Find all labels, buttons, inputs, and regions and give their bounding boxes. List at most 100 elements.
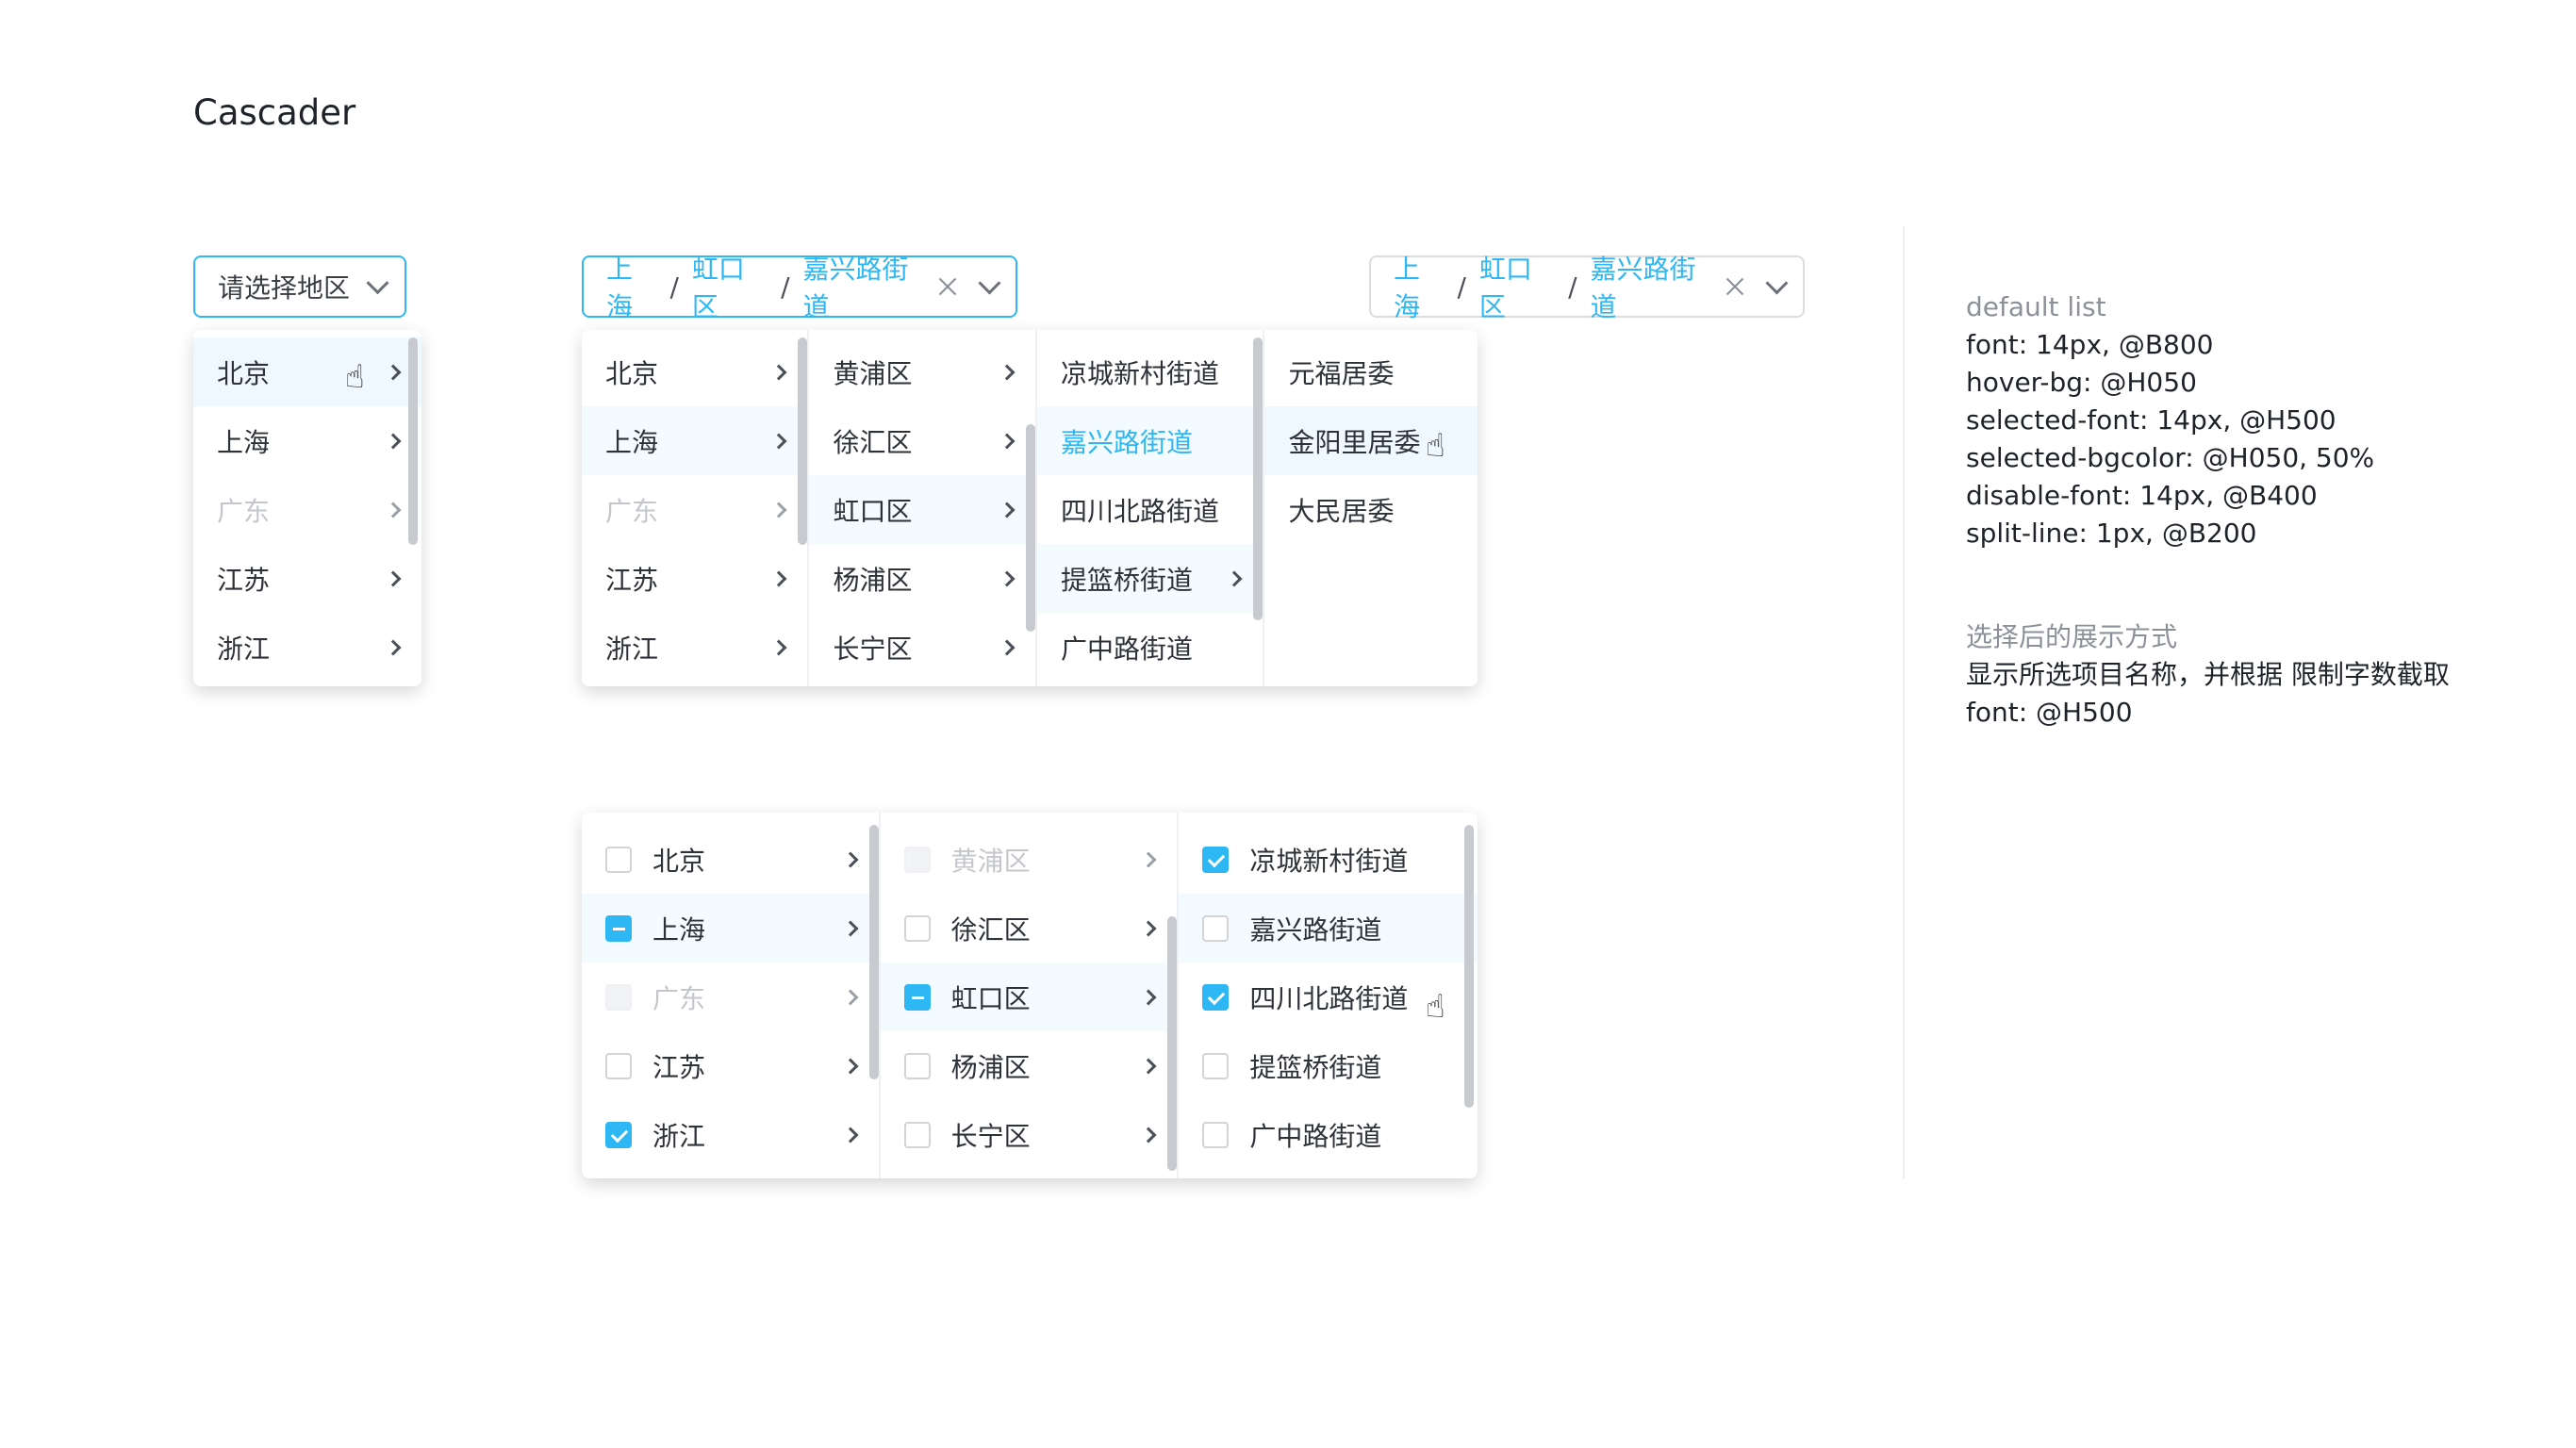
option-jiangsu[interactable]: 江苏 (582, 1031, 879, 1100)
option-yangpu[interactable]: 杨浦区 (809, 544, 1034, 613)
spec-heading: 选择后的展示方式 (1966, 621, 2178, 652)
option-label: 虹口区 (950, 982, 1031, 1014)
option-changning[interactable]: 长宁区 (809, 613, 1034, 682)
checkbox-checked[interactable] (1202, 846, 1230, 873)
option-label: 广中路街道 (1249, 1120, 1382, 1152)
scrollbar[interactable] (868, 825, 879, 1079)
option-jiaxinglu[interactable]: 嘉兴路街道 (1036, 406, 1263, 475)
option-shanghai[interactable]: 上海 (193, 406, 421, 475)
scrollbar[interactable] (1464, 825, 1474, 1108)
checkbox-indeterminate[interactable] (903, 983, 931, 1011)
option-tilanqiao[interactable]: 提篮桥街道 (1036, 544, 1263, 613)
option-zhejiang[interactable]: 浙江 (193, 613, 421, 682)
selected-path: 上海 / 虹口区 / 嘉兴路街道 (606, 249, 929, 324)
chevron-right-icon (770, 502, 787, 518)
checkbox[interactable] (1202, 1121, 1230, 1148)
scrollbar[interactable] (1253, 337, 1263, 620)
chevron-right-icon (1140, 851, 1157, 868)
path-separator: / (669, 271, 679, 303)
option-label: 徐汇区 (950, 913, 1031, 946)
hand-cursor-icon: ☝ (345, 358, 365, 396)
option-guangdong: 广东 (582, 963, 879, 1031)
option-label: 北京 (217, 357, 271, 389)
spec-line: split-line: 1px, @B200 (1966, 518, 2257, 549)
option-guangzhonglu[interactable]: 广中路街道 (1179, 1100, 1478, 1169)
cascader-input-selected[interactable]: 上海 / 虹口区 / 嘉兴路街道 (582, 254, 1017, 322)
cascader-dropdown-multiselect: 北京 上海 广东 江苏 浙江 黄浦区 徐汇区 虹口区 杨浦区 长宁区 凉城新村街… (582, 813, 1478, 1178)
option-beijing[interactable]: 北京 (582, 337, 807, 406)
option-huangpu[interactable]: 黄浦区 (809, 337, 1034, 406)
option-label: 嘉兴路街道 (1060, 426, 1193, 458)
checkbox[interactable] (903, 914, 931, 942)
chevron-right-icon (999, 570, 1016, 587)
chevron-right-icon (385, 433, 402, 450)
option-label: 大民居委 (1288, 495, 1395, 527)
checkbox-indeterminate[interactable] (605, 914, 632, 942)
checkbox-checked[interactable] (1202, 983, 1230, 1011)
option-zhejiang[interactable]: 浙江 (582, 613, 807, 682)
chevron-right-icon (1140, 989, 1157, 1006)
clear-icon[interactable] (1726, 277, 1743, 296)
option-yangpu[interactable]: 杨浦区 (881, 1031, 1178, 1100)
option-beijing[interactable]: 北京 (582, 825, 879, 894)
checkbox[interactable] (605, 1052, 632, 1079)
chevron-right-icon (770, 570, 787, 587)
checkbox-disabled (605, 983, 632, 1011)
spec-line: font: @H500 (1966, 697, 2133, 728)
path-level-1: 上海 (1394, 254, 1421, 322)
scrollbar[interactable] (798, 337, 808, 545)
chevron-down-icon (977, 271, 1000, 294)
vertical-divider (1903, 226, 1905, 1178)
spec-line: hover-bg: @H050 (1966, 367, 2197, 398)
option-jiaxinglu[interactable]: 嘉兴路街道 (1179, 894, 1478, 963)
option-label: 徐汇区 (833, 426, 913, 458)
option-shanghai[interactable]: 上海 (582, 406, 808, 475)
scrollbar[interactable] (1167, 916, 1178, 1171)
spec-display-mode: 选择后的展示方式 显示所选项目名称，并根据 限制字数截取 font: @H500 (1966, 618, 2450, 732)
chevron-right-icon (842, 920, 859, 937)
option-sichuanbeilu[interactable]: 四川北路街道 (1037, 475, 1263, 544)
cascader-input-placeholder[interactable]: 请选择地区 (193, 255, 406, 318)
option-label: 元福居委 (1288, 357, 1395, 389)
option-hongkou[interactable]: 虹口区 (880, 963, 1178, 1031)
option-xuhui[interactable]: 徐汇区 (881, 894, 1178, 963)
placeholder-text: 请选择地区 (218, 272, 351, 304)
chevron-right-icon (1140, 1058, 1157, 1075)
option-xuhui[interactable]: 徐汇区 (809, 406, 1034, 475)
option-label: 浙江 (217, 633, 271, 665)
selected-path: 上海 / 虹口区 / 嘉兴路街道 (1394, 249, 1716, 324)
checkbox-checked[interactable] (605, 1121, 632, 1148)
option-label: 江苏 (605, 564, 659, 596)
checkbox[interactable] (903, 1052, 931, 1079)
option-tilanqiao[interactable]: 提篮桥街道 (1179, 1031, 1478, 1100)
scrollbar[interactable] (408, 337, 418, 545)
option-damin[interactable]: 大民居委 (1264, 475, 1478, 544)
option-shanghai[interactable]: 上海 (582, 894, 879, 963)
option-label: 杨浦区 (950, 1051, 1031, 1083)
scrollbar[interactable] (1025, 424, 1035, 632)
chevron-right-icon (999, 364, 1016, 381)
spec-line: selected-bgcolor: @H050, 50% (1966, 442, 2375, 473)
option-label: 黄浦区 (833, 357, 913, 389)
checkbox[interactable] (1202, 914, 1230, 942)
chevron-right-icon (385, 364, 402, 381)
option-jinyangli[interactable]: 金阳里居委 (1264, 406, 1478, 475)
option-hongkou[interactable]: 虹口区 (809, 475, 1035, 544)
option-liangcheng[interactable]: 凉城新村街道 (1037, 337, 1263, 406)
option-jiangsu[interactable]: 江苏 (582, 544, 807, 613)
option-guangzhonglu[interactable]: 广中路街道 (1037, 613, 1263, 682)
option-changning[interactable]: 长宁区 (881, 1100, 1178, 1169)
option-liangcheng[interactable]: 凉城新村街道 (1179, 825, 1478, 894)
chevron-right-icon (842, 851, 859, 868)
option-beijing[interactable]: 北京 (193, 337, 421, 406)
cascader-input-selected-idle[interactable]: 上海 / 虹口区 / 嘉兴路街道 (1369, 254, 1805, 322)
checkbox[interactable] (605, 846, 632, 873)
option-zhejiang[interactable]: 浙江 (582, 1100, 879, 1169)
checkbox[interactable] (903, 1121, 931, 1148)
path-level-3: 嘉兴路街道 (1590, 254, 1696, 322)
option-yuanfu[interactable]: 元福居委 (1264, 337, 1478, 406)
path-level-3: 嘉兴路街道 (802, 254, 909, 322)
option-jiangsu[interactable]: 江苏 (193, 544, 421, 613)
checkbox[interactable] (1202, 1052, 1230, 1079)
clear-icon[interactable] (938, 277, 956, 296)
